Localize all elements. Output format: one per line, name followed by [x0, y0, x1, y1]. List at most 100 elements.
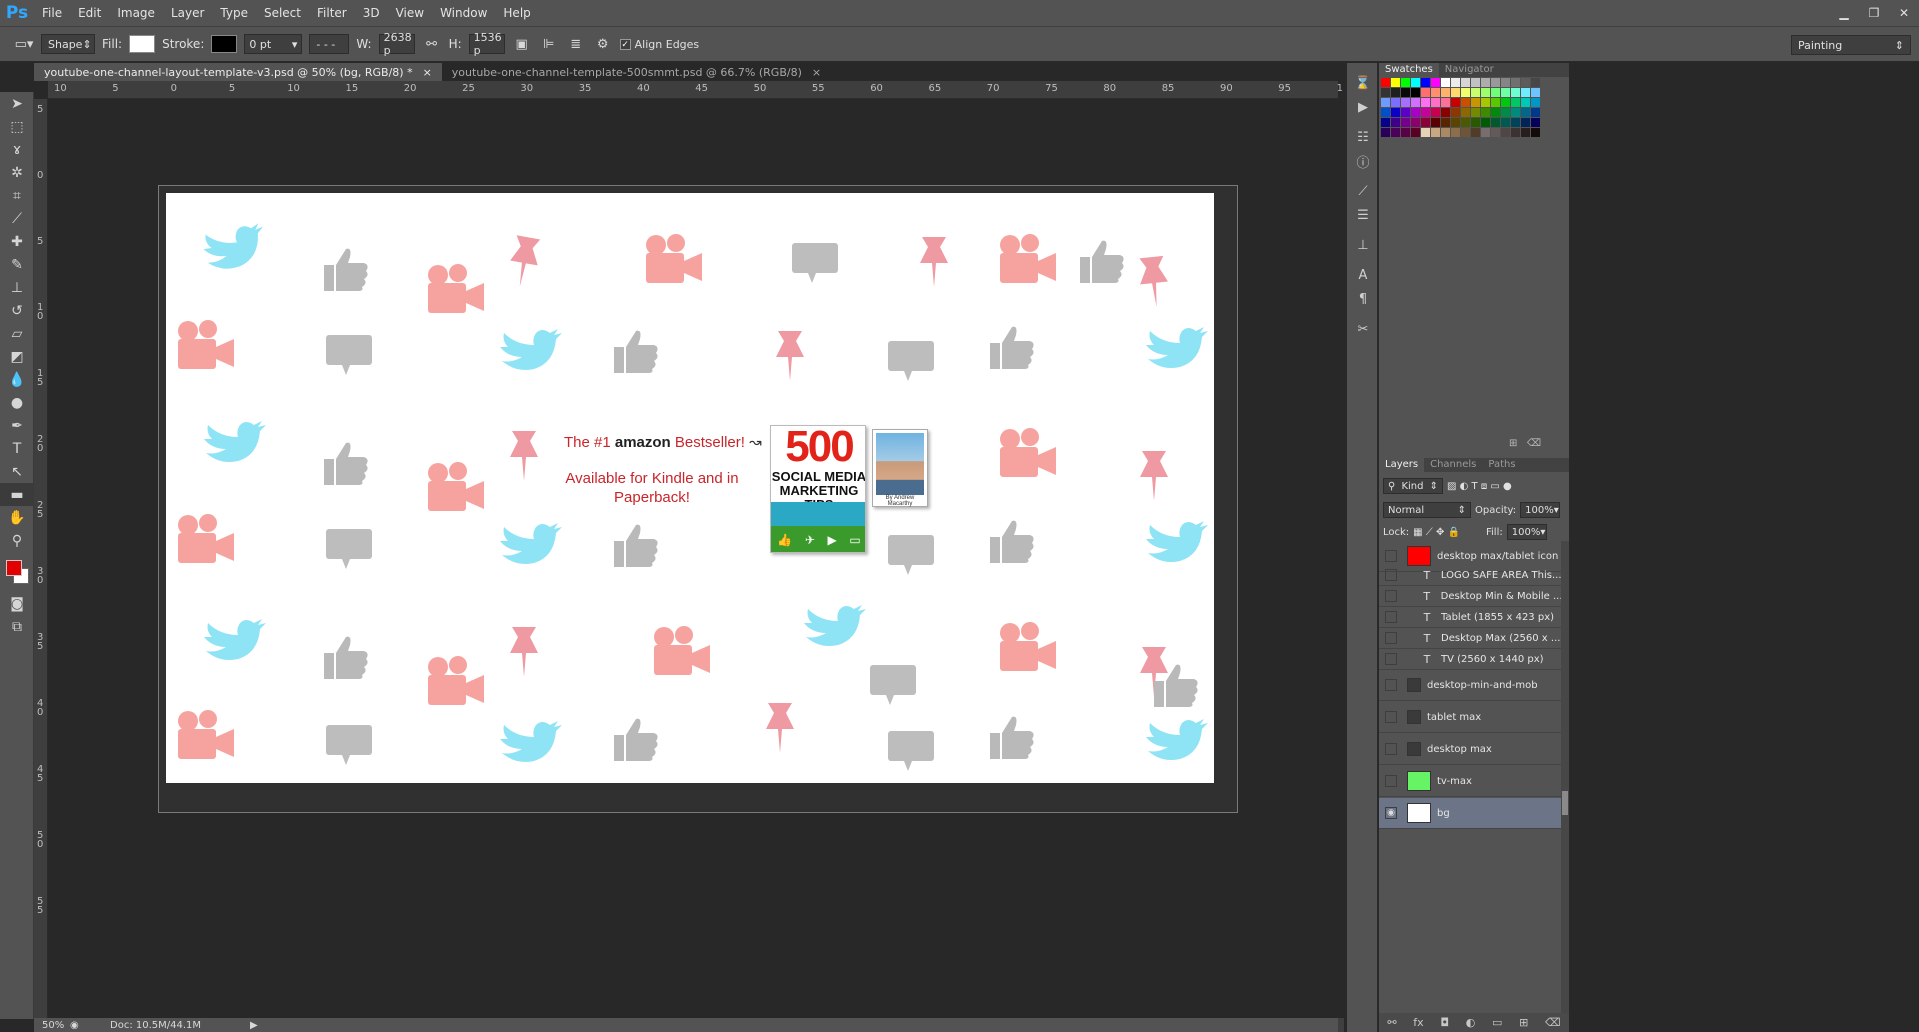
color-swatch[interactable]	[1531, 78, 1540, 87]
color-swatch[interactable]	[1441, 78, 1450, 87]
color-swatch[interactable]	[1391, 128, 1400, 137]
color-swatch[interactable]	[1491, 108, 1500, 117]
color-swatch[interactable]	[1481, 78, 1490, 87]
status-arrow-icon[interactable]: ▶	[250, 1020, 258, 1031]
pen-tool-icon[interactable]: ✒	[0, 414, 34, 437]
stroke-width-input[interactable]: 0 pt ▾	[244, 34, 303, 54]
visibility-toggle[interactable]	[1385, 590, 1397, 602]
color-swatch[interactable]	[1501, 78, 1510, 87]
color-swatch[interactable]	[1481, 108, 1490, 117]
color-swatch[interactable]	[1521, 108, 1530, 117]
color-swatch[interactable]	[1491, 78, 1500, 87]
color-picker[interactable]	[0, 552, 34, 592]
color-swatch[interactable]	[1511, 128, 1520, 137]
color-swatch[interactable]	[1511, 118, 1520, 127]
color-swatch[interactable]	[1481, 88, 1490, 97]
color-swatch[interactable]	[1411, 108, 1420, 117]
menu-3d[interactable]: 3D	[355, 0, 388, 26]
marquee-tool-icon[interactable]: ⬚	[0, 115, 34, 138]
swatches-grid[interactable]	[1381, 77, 1559, 137]
gear-icon[interactable]: ⚙	[593, 34, 613, 54]
menu-view[interactable]: View	[388, 0, 432, 26]
color-swatch[interactable]	[1451, 118, 1460, 127]
delete-layer-icon[interactable]: ⌫	[1545, 1016, 1561, 1029]
color-swatch[interactable]	[1471, 128, 1480, 137]
color-swatch[interactable]	[1521, 118, 1530, 127]
color-swatch[interactable]	[1391, 78, 1400, 87]
color-swatch[interactable]	[1421, 108, 1430, 117]
color-swatch[interactable]	[1521, 78, 1530, 87]
path-arrangement-icon[interactable]: ≣	[566, 34, 586, 54]
color-swatch[interactable]	[1491, 98, 1500, 107]
menu-select[interactable]: Select	[256, 0, 309, 26]
color-swatch[interactable]	[1461, 108, 1470, 117]
minimize-button[interactable]: ▁	[1829, 0, 1859, 26]
blur-tool-icon[interactable]: 💧	[0, 368, 34, 391]
path-operations-icon[interactable]: ▣	[512, 34, 532, 54]
visibility-toggle[interactable]	[1385, 632, 1397, 644]
layer-row[interactable]: T Tablet (1855 x 423 px)	[1379, 607, 1561, 628]
color-swatch[interactable]	[1461, 118, 1470, 127]
color-swatch[interactable]	[1411, 128, 1420, 137]
visibility-toggle[interactable]	[1385, 679, 1397, 691]
rectangle-tool-icon[interactable]: ▬	[0, 483, 34, 506]
actions-panel-icon[interactable]: ▶	[1347, 95, 1379, 119]
menu-window[interactable]: Window	[432, 0, 495, 26]
color-swatch[interactable]	[1521, 98, 1530, 107]
tool-mode-select[interactable]: Shape ⇕	[41, 34, 95, 54]
lasso-tool-icon[interactable]: ɤ	[0, 138, 34, 161]
color-swatch[interactable]	[1531, 128, 1540, 137]
color-swatch[interactable]	[1501, 98, 1510, 107]
color-swatch[interactable]	[1401, 88, 1410, 97]
color-swatch[interactable]	[1531, 98, 1540, 107]
lock-icons[interactable]: ▦ ⟋ ✥ 🔒	[1413, 527, 1460, 538]
color-swatch[interactable]	[1381, 128, 1390, 137]
color-swatch[interactable]	[1521, 128, 1530, 137]
visibility-toggle[interactable]	[1385, 611, 1397, 623]
height-input[interactable]: 1536 p	[468, 31, 505, 57]
menu-help[interactable]: Help	[495, 0, 538, 26]
color-swatch[interactable]	[1391, 118, 1400, 127]
color-swatch[interactable]	[1451, 98, 1460, 107]
stroke-swatch[interactable]	[211, 35, 238, 53]
document-tab[interactable]: youtube-one-channel-layout-template-v3.p…	[34, 63, 442, 81]
color-swatch[interactable]	[1401, 108, 1410, 117]
color-swatch[interactable]	[1381, 118, 1390, 127]
path-alignment-icon[interactable]: ⊫	[539, 34, 559, 54]
color-swatch[interactable]	[1441, 88, 1450, 97]
color-swatch[interactable]	[1471, 78, 1480, 87]
history-brush-tool-icon[interactable]: ↺	[0, 299, 34, 322]
tab-swatches[interactable]: Swatches	[1379, 63, 1439, 77]
color-swatch[interactable]	[1491, 118, 1500, 127]
menu-layer[interactable]: Layer	[163, 0, 212, 26]
paragraph-panel-icon[interactable]: ¶	[1347, 287, 1379, 311]
tab-navigator[interactable]: Navigator	[1439, 63, 1500, 77]
color-swatch[interactable]	[1421, 98, 1430, 107]
color-swatch[interactable]	[1481, 118, 1490, 127]
color-swatch[interactable]	[1441, 98, 1450, 107]
color-swatch[interactable]	[1391, 108, 1400, 117]
color-swatch[interactable]	[1491, 88, 1500, 97]
color-swatch[interactable]	[1441, 118, 1450, 127]
tab-paths[interactable]: Paths	[1482, 458, 1521, 472]
status-menu-icon[interactable]: ◉	[70, 1020, 90, 1031]
color-swatch[interactable]	[1411, 98, 1420, 107]
dodge-tool-icon[interactable]: ●	[0, 391, 34, 414]
layers-scroll-thumb[interactable]	[1562, 791, 1568, 815]
color-swatch[interactable]	[1531, 118, 1540, 127]
path-selection-tool-icon[interactable]: ↖	[0, 460, 34, 483]
menu-edit[interactable]: Edit	[70, 0, 109, 26]
width-input[interactable]: 2638 p	[378, 31, 415, 57]
color-swatch[interactable]	[1441, 128, 1450, 137]
color-swatch[interactable]	[1401, 98, 1410, 107]
color-swatch[interactable]	[1431, 108, 1440, 117]
color-swatch[interactable]	[1521, 88, 1530, 97]
paint-bucket-tool-icon[interactable]: ◩	[0, 345, 34, 368]
color-swatch[interactable]	[1401, 78, 1410, 87]
color-swatch[interactable]	[1431, 128, 1440, 137]
fill-input[interactable]: 100% ▾	[1506, 524, 1547, 540]
color-swatch[interactable]	[1381, 108, 1390, 117]
color-swatch[interactable]	[1501, 108, 1510, 117]
color-swatch[interactable]	[1501, 118, 1510, 127]
filter-icons[interactable]: ▨ ◐ T ⧈ ▭ ●	[1447, 481, 1512, 492]
